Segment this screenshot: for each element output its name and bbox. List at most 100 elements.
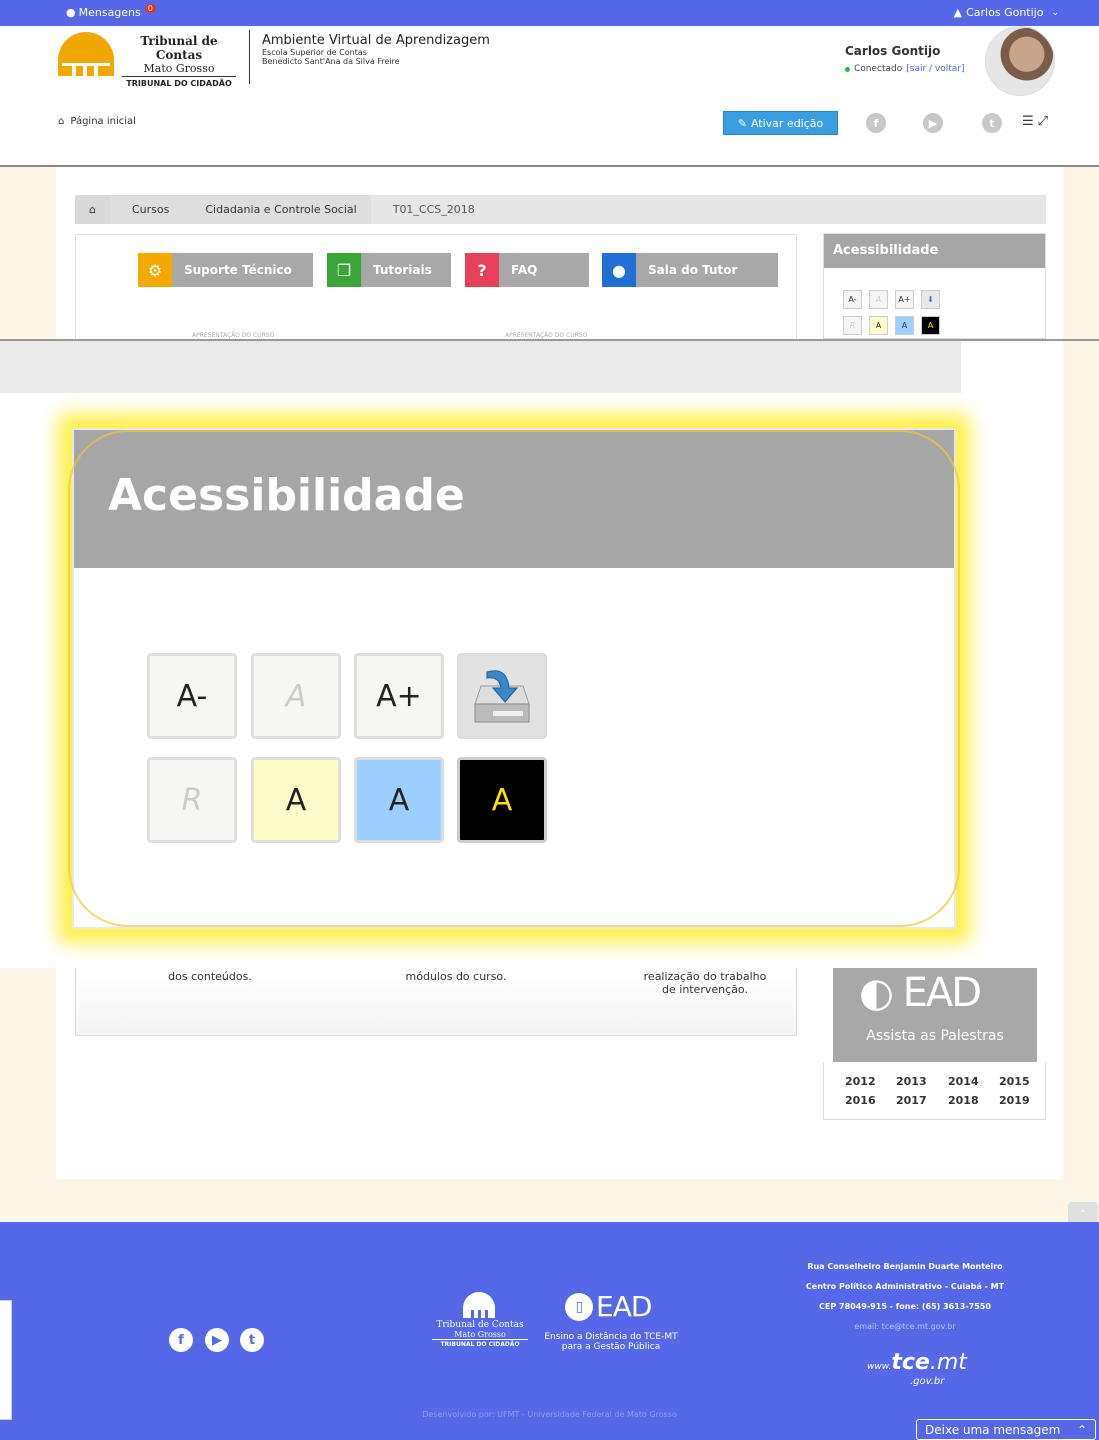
zoomed-font-decrease-button[interactable]: A- [147, 653, 237, 739]
ead-brand: ◐ EAD [859, 970, 982, 1016]
ead-caption: Assista as Palestras [866, 1028, 1004, 1044]
accessibility-title: Acessibilidade [824, 234, 1045, 268]
tile-description: realização do trabalho de intervenção. [643, 970, 767, 996]
footer-tce-logo-icon [463, 1292, 495, 1318]
zoomed-color-black-button[interactable]: A [457, 757, 547, 843]
font-decrease-button[interactable]: A- [843, 290, 862, 309]
user-menu-label: Carlos Gontijo [966, 6, 1044, 19]
download-icon: ⬇ [927, 295, 934, 304]
font-reset-button[interactable]: A [869, 290, 888, 309]
user-icon: ● [602, 253, 636, 287]
profile-status: Conectado [sair / voltar] [845, 64, 965, 74]
font-increase-button[interactable]: A+ [895, 290, 914, 309]
facebook-icon[interactable]: f [866, 113, 886, 133]
footer-twitter-icon[interactable]: t [240, 1328, 264, 1352]
edit-icon: ✎ [737, 116, 747, 130]
zoom-top-edge [0, 339, 1099, 341]
online-dot-icon [845, 66, 850, 72]
ava-title: Ambiente Virtual de Aprendizagem [262, 33, 490, 48]
ava-subtitle-1: Escola Superior de Contas [262, 48, 367, 57]
zoomed-color-blue-button[interactable]: A [354, 757, 444, 843]
color-reset-button[interactable]: R [843, 316, 862, 335]
developer-credit: Desenvolvido por: UFMT - Universidade Fe… [422, 1410, 677, 1419]
year-link[interactable]: 2012 [845, 1075, 876, 1088]
tile-sala-do-tutor[interactable]: ● Sala do Tutor [602, 253, 778, 287]
twitter-icon[interactable]: t [982, 113, 1002, 133]
zoomed-save-settings-button[interactable] [457, 653, 547, 739]
tile-tutoriais[interactable]: ❐ Tutoriais [327, 253, 451, 287]
leave-message-button[interactable]: Deixe uma mensagem ⌃ [916, 1419, 1096, 1440]
breadcrumb-item[interactable]: T01_CCS_2018 [371, 195, 489, 224]
indent-icon[interactable]: ☰ [1022, 114, 1038, 129]
address-line: CEP 78049-915 - fone: (65) 3613-7550 [819, 1302, 991, 1311]
color-yellow-button[interactable]: A [869, 316, 888, 335]
zoomed-accessibility-title: Acessibilidade [74, 430, 954, 568]
chevron-down-icon: ⌄ [1051, 7, 1059, 18]
chevron-up-icon: ⌃ [1078, 1208, 1088, 1220]
footer-tce-text: Tribunal de Contas Mato Grosso TRIBUNAL … [432, 1320, 528, 1348]
footer-ead-logo: ▯ EAD [565, 1290, 652, 1323]
user-menu[interactable]: ▲ Carlos Gontijo ⌄ [954, 6, 1059, 19]
avatar[interactable] [985, 26, 1055, 96]
breadcrumb-item[interactable]: Cursos [109, 195, 184, 224]
tce-site-logo[interactable]: www.tce.mt [867, 1350, 967, 1375]
section-label: APRESENTAÇÃO DO CURSO [505, 332, 588, 339]
color-blue-button[interactable]: A [895, 316, 914, 335]
youtube-icon[interactable]: ▶ [923, 113, 943, 133]
breadcrumb-home[interactable]: ⌂ [75, 195, 110, 224]
gear-icon: ⚙ [138, 253, 172, 287]
header-tools: ☰⤢ [1022, 114, 1052, 129]
footer-ead-caption: Ensino a Distância do TCE-MT para a Gest… [544, 1332, 678, 1352]
messages-link[interactable]: ● Mensagens 0 [66, 4, 156, 19]
year-link[interactable]: 2017 [896, 1094, 927, 1107]
tile-description: módulos do curso. [405, 970, 507, 983]
left-scroll-fragment [0, 1300, 12, 1420]
year-link[interactable]: 2014 [948, 1075, 979, 1088]
ava-title-block: Ambiente Virtual de Aprendizagem Escola … [262, 33, 490, 66]
tile-description: dos conteúdos. [168, 970, 252, 983]
footer-facebook-icon[interactable]: f [169, 1328, 193, 1352]
year-link[interactable]: 2018 [948, 1094, 979, 1107]
section-label: APRESENTAÇÃO DO CURSO [192, 332, 275, 339]
zoomed-color-yellow-button[interactable]: A [251, 757, 341, 843]
address-email[interactable]: email: tce@tce.mt.gov.br [800, 1322, 1010, 1331]
status-text: Conectado [854, 64, 903, 74]
header-divider [249, 30, 250, 84]
book-icon: ▯ [565, 1292, 593, 1321]
color-black-button[interactable]: A [921, 316, 940, 335]
ava-subtitle-2: Benedicto Sant'Ana da Silva Freire [262, 57, 400, 66]
address-line: Centro Político Administrativo - Cuiabá … [805, 1282, 1005, 1291]
tce-logo-text: Tribunal de Contas Mato Grosso TRIBUNAL … [122, 34, 236, 88]
book-icon: ◐ [859, 970, 894, 1016]
tce-logo-icon[interactable] [56, 32, 116, 78]
tile-suporte-tecnico[interactable]: ⚙ Suporte Técnico [138, 253, 313, 287]
tile-faq[interactable]: ? FAQ [465, 253, 589, 287]
fullscreen-icon[interactable]: ⤢ [1038, 114, 1052, 129]
zoomed-font-reset-button[interactable]: A [251, 653, 341, 739]
year-link[interactable]: 2013 [896, 1075, 927, 1088]
year-link[interactable]: 2015 [999, 1075, 1030, 1088]
tce-site-gov: .gov.br [910, 1376, 945, 1387]
years-box [823, 1062, 1046, 1120]
address-line: Rua Conselheiro Benjamin Duarte Monteiro [807, 1262, 1003, 1271]
home-icon: ⌂ [89, 203, 96, 216]
edit-button[interactable]: ✎ Ativar edição [723, 111, 838, 135]
home-link[interactable]: ⌂ Página inicial [58, 116, 136, 127]
download-drive-icon [474, 670, 530, 723]
year-link[interactable]: 2016 [845, 1094, 876, 1107]
chevron-up-icon: ⌃ [1076, 1422, 1087, 1437]
zoomed-color-reset-button[interactable]: R [147, 757, 237, 843]
logout-link[interactable]: [sair / voltar] [906, 64, 964, 74]
breadcrumb: ⌂ Cursos Cidadania e Controle Social T01… [75, 195, 1046, 224]
zoomed-font-increase-button[interactable]: A+ [354, 653, 444, 739]
save-settings-button[interactable]: ⬇ [921, 290, 940, 309]
messages-label: Mensagens [78, 6, 141, 19]
footer [0, 1222, 1099, 1440]
footer-youtube-icon[interactable]: ▶ [205, 1328, 229, 1352]
year-link[interactable]: 2019 [999, 1094, 1030, 1107]
breadcrumb-item[interactable]: Cidadania e Controle Social [183, 195, 371, 224]
ead-palestras-banner[interactable]: ◐ EAD Assista as Palestras [833, 968, 1037, 1062]
documents-icon: ❐ [327, 253, 361, 287]
messages-badge: 0 [144, 4, 156, 13]
user-icon: ▲ [953, 6, 963, 19]
